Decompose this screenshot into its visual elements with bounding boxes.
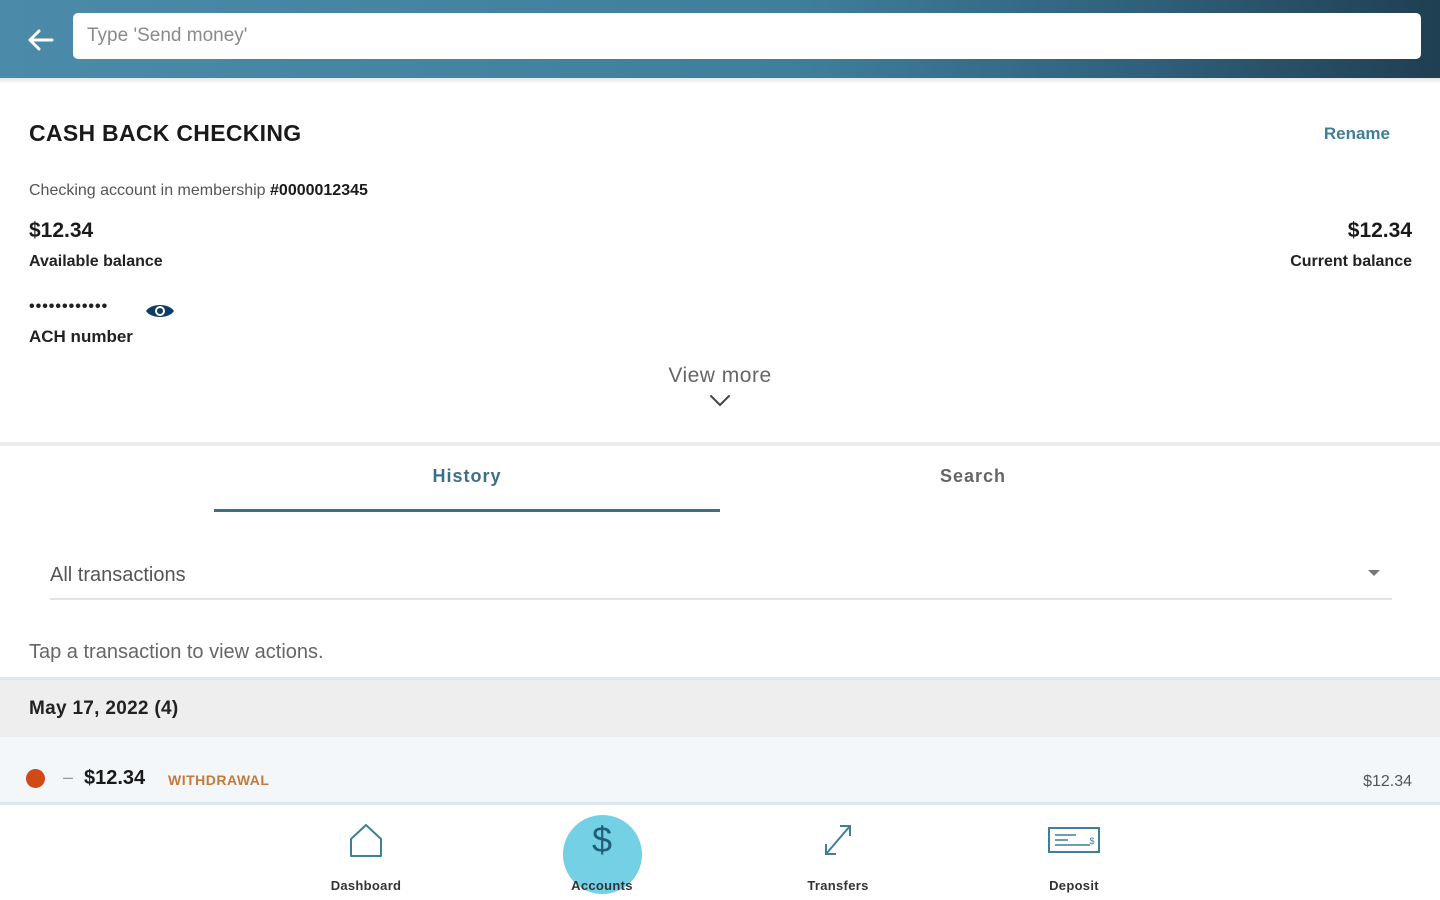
arrow-left-icon: [28, 29, 54, 51]
membership-number: #0000012345: [270, 182, 368, 199]
section-divider: [0, 442, 1440, 446]
nav-accounts-label: Accounts: [571, 878, 633, 893]
topbar-shadow: [0, 78, 1440, 84]
home-icon: [350, 824, 382, 857]
nav-transfers-label: Transfers: [807, 878, 869, 893]
active-tab-indicator: [214, 509, 720, 512]
view-more-button[interactable]: View more: [620, 364, 820, 413]
dropdown-arrow-icon: [1368, 570, 1380, 576]
eye-icon: [146, 305, 174, 317]
withdrawal-status-dot: [26, 769, 45, 788]
svg-text:$: $: [592, 820, 612, 860]
tab-history[interactable]: History: [214, 466, 720, 487]
bottom-navigation: [0, 808, 1440, 900]
top-app-bar: [0, 0, 1440, 78]
available-balance-block: $12.34 Available balance: [29, 219, 163, 271]
back-button[interactable]: [22, 22, 58, 58]
tab-search[interactable]: Search: [720, 466, 1226, 487]
transaction-sign: –: [63, 767, 74, 787]
ach-number-label: ACH number: [29, 327, 133, 346]
transaction-running-amount: $12.34: [1363, 773, 1412, 790]
date-group-header: May 17, 2022 (4): [0, 677, 1440, 737]
current-balance-label: Current balance: [1290, 253, 1412, 270]
nav-transfers[interactable]: Transfers: [778, 818, 898, 898]
nav-deposit[interactable]: $ Deposit: [1014, 818, 1134, 898]
transaction-filter-select[interactable]: All transactions: [50, 558, 1392, 600]
transaction-row[interactable]: – $12.34 WITHDRAWAL $12.34: [0, 737, 1440, 805]
show-ach-button[interactable]: [144, 298, 176, 324]
view-more-label: View more: [668, 364, 772, 387]
ach-number-masked: ••••••••••••: [29, 298, 109, 315]
nav-accounts[interactable]: $ Accounts: [542, 818, 662, 898]
nav-deposit-label: Deposit: [1049, 878, 1099, 893]
filter-selected-value: All transactions: [50, 564, 186, 586]
account-title: CASH BACK CHECKING: [29, 120, 302, 146]
membership-prefix: Checking account in membership: [29, 182, 266, 199]
date-group-label: May 17, 2022 (4): [29, 698, 179, 719]
nav-dashboard-label: Dashboard: [330, 878, 402, 893]
dollar-icon: $: [592, 820, 612, 860]
available-balance-label: Available balance: [29, 253, 163, 270]
current-balance-amount: $12.34: [1347, 219, 1412, 242]
membership-info: Checking account in membership #00000123…: [29, 182, 368, 200]
transfer-arrows-icon: [825, 825, 851, 855]
available-balance-amount: $12.34: [29, 219, 94, 242]
search-input[interactable]: [73, 13, 1421, 59]
transaction-amount: $12.34: [84, 767, 146, 789]
check-deposit-icon: $: [1048, 827, 1100, 853]
transaction-hint: Tap a transaction to view actions.: [29, 641, 324, 663]
transaction-type: WITHDRAWAL: [168, 772, 270, 788]
nav-dashboard[interactable]: Dashboard: [306, 818, 426, 898]
current-balance-block: $12.34 Current balance: [1290, 219, 1412, 271]
chevron-down-icon: [710, 395, 730, 407]
rename-button[interactable]: Rename: [1324, 124, 1390, 144]
svg-text:$: $: [1089, 836, 1094, 846]
